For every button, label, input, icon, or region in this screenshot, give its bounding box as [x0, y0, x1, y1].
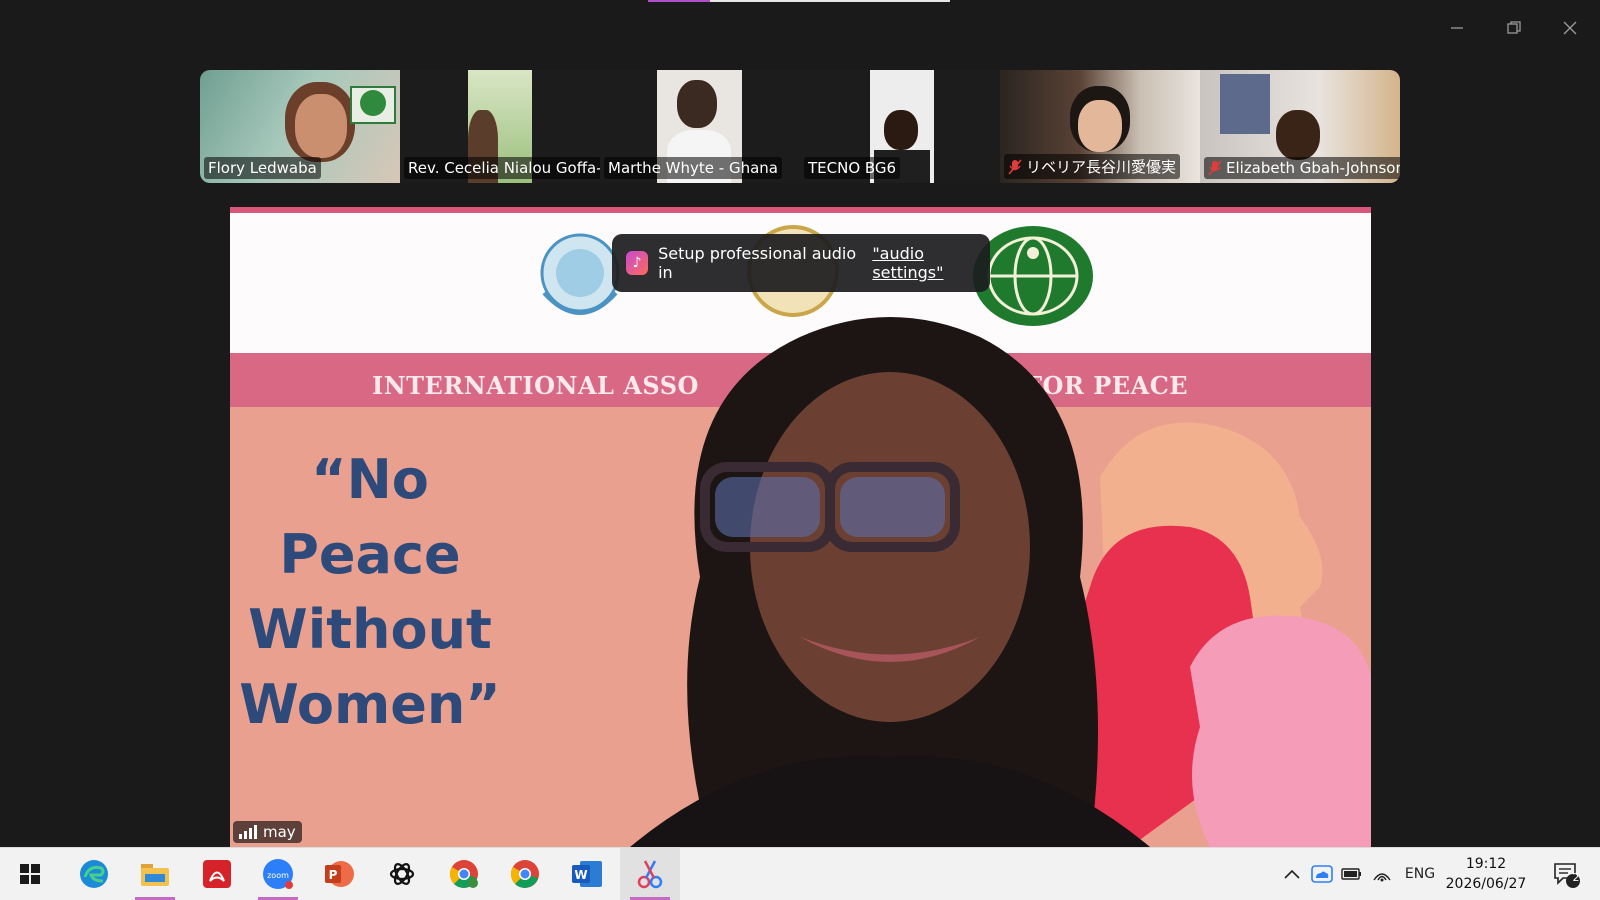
powerpoint-icon: P: [325, 861, 354, 887]
restore-icon: [1507, 21, 1521, 34]
participant-tile[interactable]: リベリア長谷川愛優実: [1000, 70, 1200, 183]
svg-text:P: P: [329, 868, 338, 882]
taskbar-chatgpt[interactable]: [372, 848, 432, 900]
speaker-figure: [630, 317, 1150, 847]
onedrive-tray-button[interactable]: [1309, 848, 1335, 900]
wifi-icon: [1373, 873, 1391, 882]
participant-name: Flory Ledwaba: [204, 157, 321, 179]
show-hidden-icons-button[interactable]: [1280, 848, 1304, 900]
taskbar-chrome[interactable]: [495, 848, 555, 900]
battery-tray-button[interactable]: [1339, 848, 1365, 900]
participant-tile[interactable]: Flory Ledwaba: [200, 70, 400, 183]
language-indicator[interactable]: ENG: [1399, 848, 1441, 900]
start-button[interactable]: [0, 848, 60, 900]
speaker-name-label: may: [233, 821, 302, 843]
restore-button[interactable]: [1497, 14, 1531, 42]
participant-name: TECNO BG6: [804, 157, 901, 179]
wifi-tray-button[interactable]: [1369, 848, 1395, 900]
edge-icon: [80, 860, 108, 888]
taskbar-zoom[interactable]: zoom: [248, 848, 308, 900]
music-note-icon: ♪: [626, 251, 649, 275]
participant-name: Rev. Cecelia Nialou Goffa-...: [404, 157, 600, 179]
chrome-icon: [511, 860, 539, 888]
participant-tile[interactable]: Elizabeth Gbah-Johnson: [1200, 70, 1400, 183]
taskbar-powerpoint[interactable]: P: [310, 848, 370, 900]
pdf-icon: [203, 860, 231, 888]
participant-tile[interactable]: Rev. Cecelia Nialou Goffa-...: [400, 70, 600, 183]
chatgpt-icon: [389, 863, 415, 885]
toast-message: Setup professional audio in: [658, 244, 857, 282]
close-icon: [1563, 21, 1577, 35]
participant-tile[interactable]: Marthe Whyte - Ghana: [600, 70, 800, 183]
battery-icon: [1341, 868, 1361, 880]
participant-name: リベリア長谷川愛優実: [1004, 154, 1181, 179]
close-button[interactable]: [1553, 14, 1587, 42]
svg-text:W: W: [574, 868, 587, 882]
taskbar-clock[interactable]: 19:12 2026/06/27: [1436, 854, 1536, 894]
scissors-icon: [637, 860, 663, 889]
taskbar-word[interactable]: W: [557, 848, 617, 900]
svg-text:zoom: zoom: [267, 871, 289, 880]
word-icon: W: [572, 861, 602, 887]
participant-name: Marthe Whyte - Ghana: [604, 157, 782, 179]
taskbar-chrome-profile[interactable]: [434, 848, 494, 900]
taskbar-edge[interactable]: [64, 848, 124, 900]
top-strip-accent: [648, 0, 710, 2]
windows-taskbar: zoom P W ENG 19:12 2026/06/27 2: [0, 847, 1600, 900]
windows-logo-icon: [20, 864, 40, 884]
participant-tile[interactable]: TECNO BG6: [800, 70, 1000, 183]
zoom-icon: zoom: [263, 859, 293, 889]
audio-settings-link[interactable]: "audio settings": [872, 244, 990, 282]
chevron-up-icon: [1284, 869, 1300, 879]
folder-icon: [141, 864, 169, 886]
active-speaker-video[interactable]: INTERNATIONAL ASSO FOR PEACE “No Peace W…: [230, 207, 1371, 847]
signal-strength-icon: [239, 825, 257, 839]
slogan-text: “No Peace Without Women”: [239, 448, 501, 736]
mic-muted-icon: [1008, 158, 1022, 175]
minimize-icon: [1451, 27, 1463, 29]
audio-settings-toast: ♪ Setup professional audio in "audio set…: [612, 234, 990, 292]
mic-muted-icon: [1208, 160, 1222, 176]
taskbar-file-explorer[interactable]: [125, 848, 185, 900]
taskbar-acrobat[interactable]: [187, 848, 247, 900]
cloud-sync-icon: [1311, 865, 1333, 883]
top-progress-strip: [648, 0, 950, 2]
participant-name: Elizabeth Gbah-Johnson: [1204, 157, 1400, 179]
participant-strip: Flory Ledwaba Rev. Cecelia Nialou Goffa-…: [200, 70, 1400, 183]
notification-center-button[interactable]: 2: [1546, 848, 1586, 900]
minimize-button[interactable]: [1440, 14, 1474, 42]
notification-count: 2: [1572, 871, 1580, 884]
taskbar-snipping-tool[interactable]: [620, 848, 680, 900]
chrome-icon: [450, 860, 478, 888]
